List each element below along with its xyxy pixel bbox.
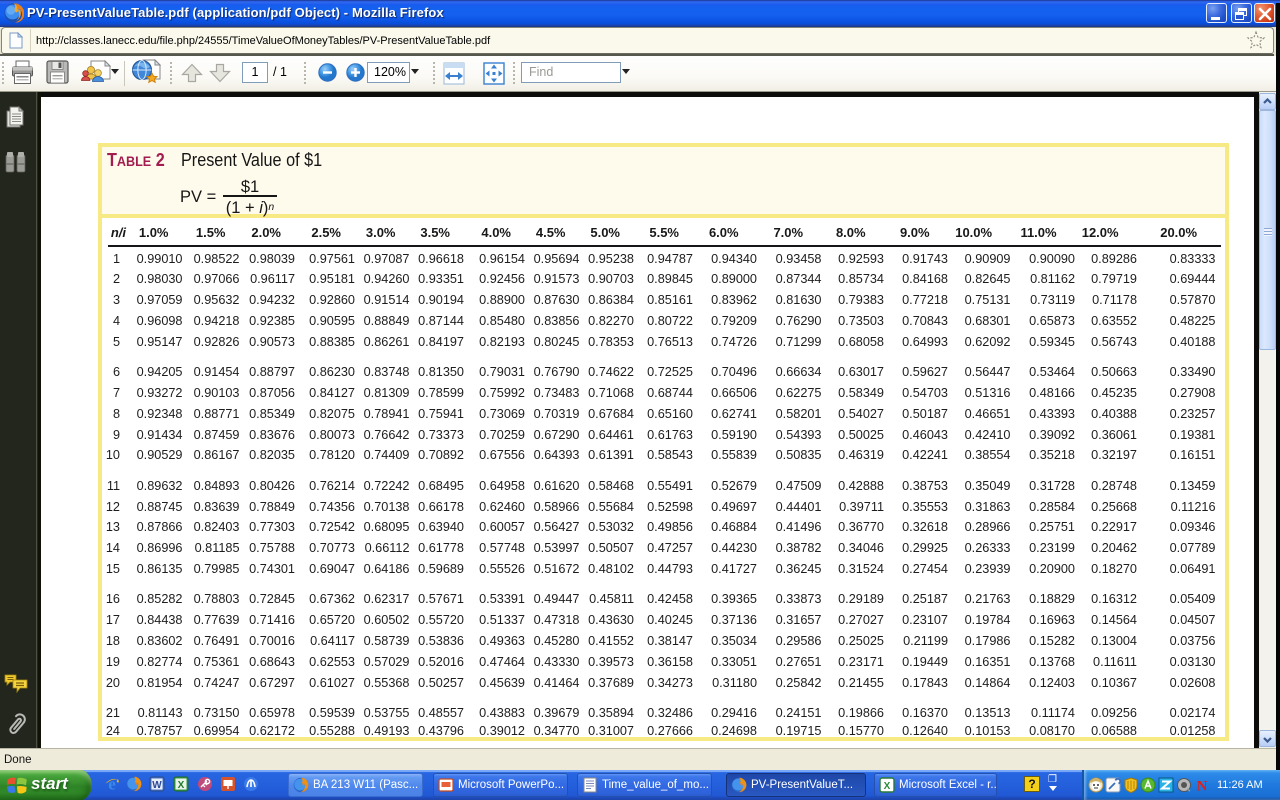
svg-text:N: N	[1197, 779, 1208, 794]
svg-text:X: X	[884, 781, 891, 792]
svg-text:e: e	[108, 776, 116, 792]
svg-text:W: W	[152, 780, 162, 791]
svg-text:X: X	[178, 780, 185, 791]
